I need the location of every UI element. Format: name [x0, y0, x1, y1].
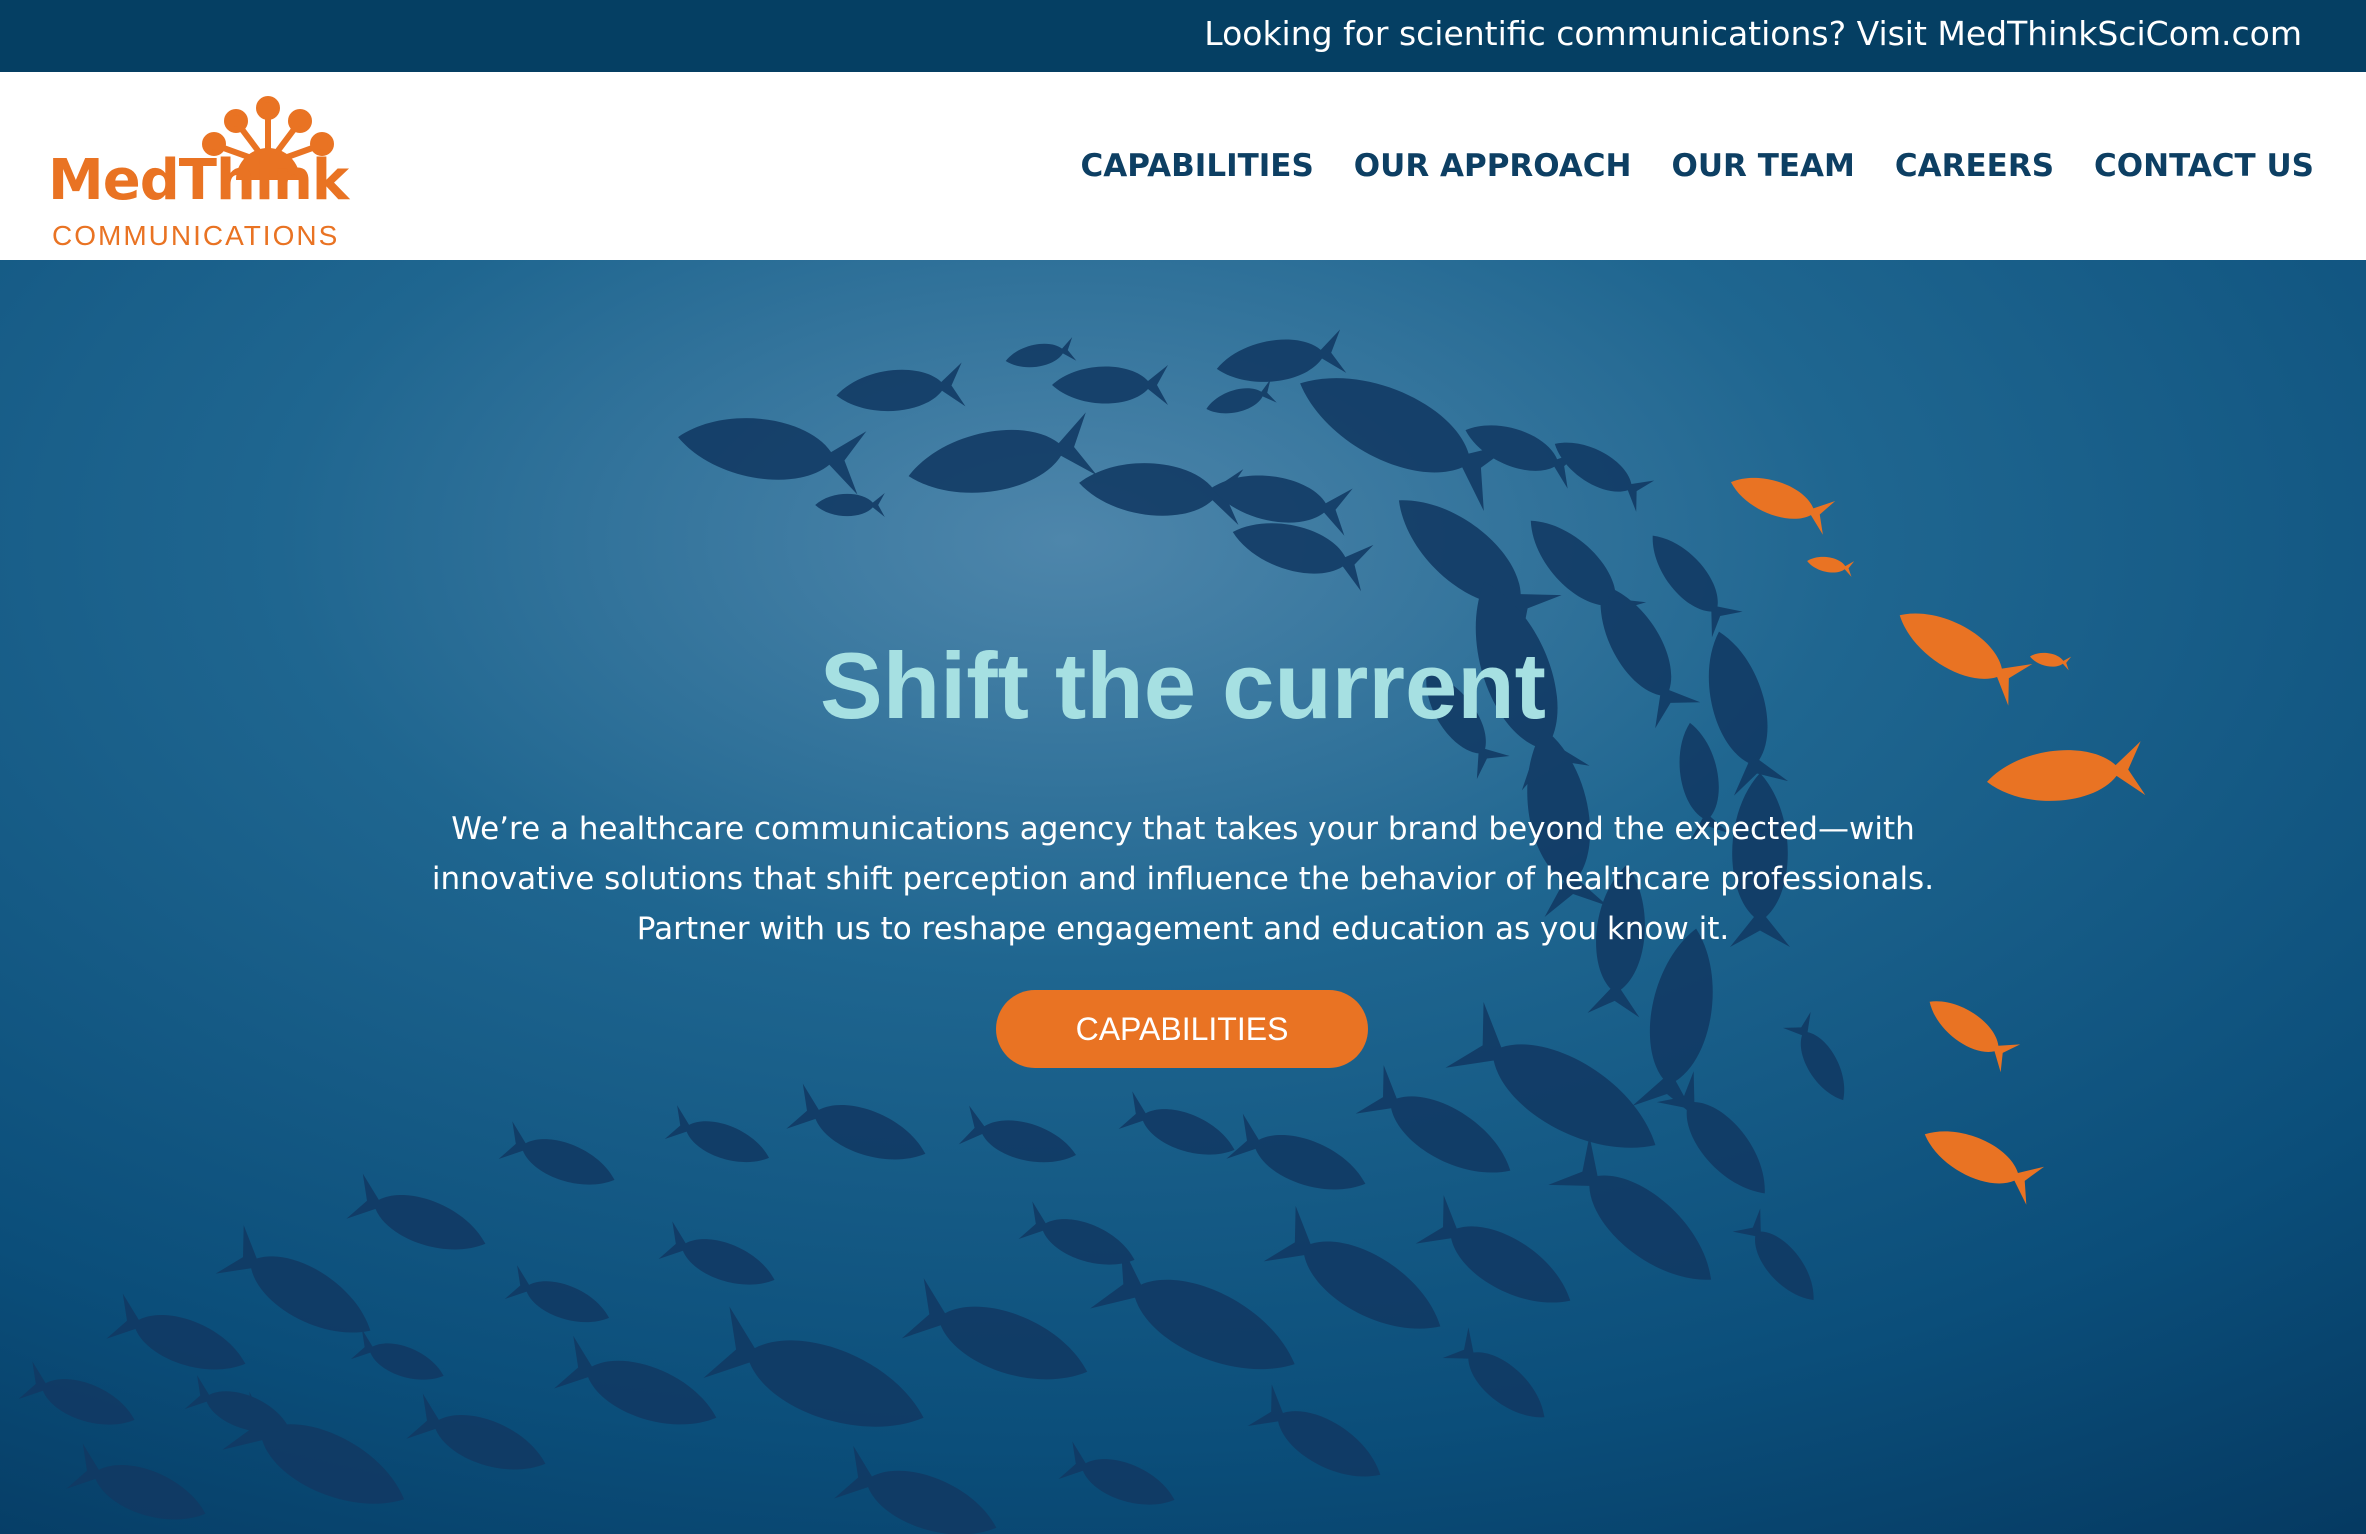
nav-our-team[interactable]: OUR TEAM: [1672, 148, 1855, 184]
hero-title: Shift the current: [820, 633, 1546, 738]
nav-capabilities[interactable]: CAPABILITIES: [1081, 148, 1314, 184]
nav-contact-us[interactable]: CONTACT US: [2094, 148, 2314, 184]
nav-our-approach[interactable]: OUR APPROACH: [1354, 148, 1632, 184]
logo-subtitle: COMMUNICATIONS: [52, 220, 340, 251]
hero-description-line: Partner with us to reshape engagement an…: [636, 911, 1730, 947]
main-nav: CAPABILITIES OUR APPROACH OUR TEAM CAREE…: [1081, 148, 2314, 184]
site-header: MedThink COMMUNICATIONS CAPABILITIES OUR…: [0, 72, 2366, 260]
hero-description: We’re a healthcare communications agency…: [383, 804, 1983, 954]
scicom-link[interactable]: Looking for scientific communications? V…: [1204, 14, 2302, 53]
hero-section: Shift the current We’re a healthcare com…: [0, 260, 2366, 1534]
logo-wordmark: MedThink: [48, 148, 349, 213]
medthink-logo[interactable]: MedThink COMMUNICATIONS: [48, 94, 349, 251]
capabilities-cta-button[interactable]: CAPABILITIES: [996, 990, 1368, 1068]
hero-description-line: innovative solutions that shift percepti…: [431, 861, 1935, 897]
hero-description-line: We’re a healthcare communications agency…: [451, 811, 1915, 847]
nav-careers[interactable]: CAREERS: [1895, 148, 2054, 184]
top-announcement-bar: Looking for scientific communications? V…: [0, 0, 2366, 72]
